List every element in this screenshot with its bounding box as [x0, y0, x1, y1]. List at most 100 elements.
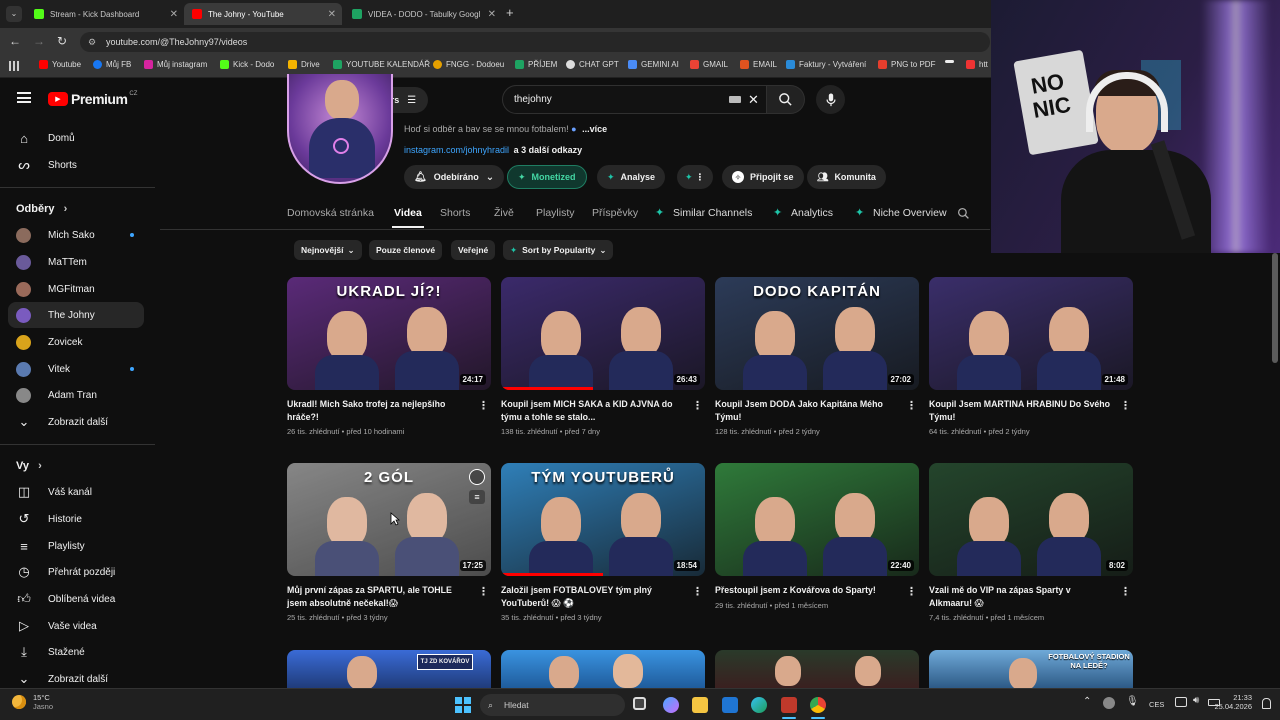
analyse-button[interactable]: ✦ Analyse [597, 165, 666, 189]
taskbar-search[interactable]: ⌕ Hledat [480, 694, 625, 716]
browser-tab-kick[interactable]: Stream - Kick Dashboard ✕ [26, 3, 184, 25]
more-vert-icon[interactable]: ⋮ [1120, 399, 1131, 412]
video-card[interactable]: 21:48 Koupil Jsem MARTINA HRABINU Do Svéh… [929, 277, 1133, 436]
scrollbar-thumb[interactable] [1272, 253, 1278, 363]
you-heading[interactable]: Vy › [16, 460, 42, 472]
more-vert-icon[interactable]: ⋮ [692, 585, 703, 598]
video-title[interactable]: Vzali mě do VIP na zápas Sparty v Alkmaa… [929, 584, 1115, 609]
sidebar-sub-adam-tran[interactable]: Adam Tran [8, 382, 144, 408]
video-thumbnail[interactable]: 22:40 [715, 463, 919, 576]
url-field[interactable]: ⚙ youtube.com/@TheJohny97/videos [80, 32, 990, 52]
more-vert-icon[interactable]: ⋮ [478, 399, 489, 412]
reload-icon[interactable]: ↻ [57, 34, 67, 48]
more-link[interactable]: ...více [582, 124, 607, 134]
edge-icon[interactable] [751, 697, 767, 713]
back-icon[interactable]: ← [9, 34, 21, 48]
notifications-icon[interactable] [1262, 698, 1271, 709]
sidebar-item-your-channel[interactable]: ◫ Váš kanál [8, 479, 144, 505]
members-only-chip[interactable]: Pouze členové [369, 240, 443, 260]
tray-app-icon[interactable] [1103, 697, 1115, 709]
bookmark-yt-calendar[interactable]: YOUTUBE KALENDÁŘ [333, 60, 430, 69]
instagram-link[interactable]: instagram.com/johnyhradil [404, 145, 509, 155]
sidebar-item-your-videos[interactable]: ▷ Vaše videa [8, 613, 144, 639]
close-icon[interactable]: ✕ [170, 9, 178, 20]
browser-tab-youtube[interactable]: The Johny - YouTube ✕ [184, 3, 342, 25]
tab-videos[interactable]: Videa [394, 207, 422, 219]
tray-chevron-icon[interactable]: ⌃ [1083, 696, 1091, 707]
video-title[interactable]: Můj první zápas za SPARTU, ale TOHLE jse… [287, 584, 473, 609]
sidebar-item-shorts[interactable]: ᔕ Shorts [8, 152, 144, 178]
new-tab-icon[interactable]: + [506, 5, 514, 20]
sidebar-sub-vitek[interactable]: Vitek [8, 356, 144, 382]
browser-tab-sheets[interactable]: VIDEA - DODO - Tabulky Googl ✕ [344, 3, 502, 25]
tab-niche-overview[interactable]: Niche Overview [873, 207, 947, 219]
sidebar-item-watch-later[interactable]: ◷ Přehrát později [8, 559, 144, 585]
bookmark-faktury[interactable]: Faktury - Vytváření [786, 60, 866, 69]
sidebar-sub-mgfitman[interactable]: MGFitman [8, 276, 144, 302]
bookmark-kick[interactable]: Kick - Dodo [220, 60, 274, 69]
tab-similar-channels[interactable]: Similar Channels [673, 207, 752, 219]
sort-newest-chip[interactable]: Nejnovější ⌄ [294, 240, 362, 260]
bookmark-gemini[interactable]: GEMINI AI [628, 60, 679, 69]
youtube-logo[interactable]: ▶ Premium CZ [48, 91, 137, 107]
more-vert-icon[interactable]: ⋮ [1120, 585, 1131, 598]
more-vert-icon[interactable]: ⋮ [906, 585, 917, 598]
video-card[interactable]: 26:43 Koupil jsem MICH SAKA a KID AJVNA d… [501, 277, 705, 436]
bookmark-black[interactable] [945, 60, 958, 63]
sidebar-item-playlists[interactable]: ≡ Playlisty [8, 533, 144, 559]
subscribed-button[interactable]: 🔔︎ Odebíráno ⌄ [404, 165, 505, 189]
copilot-icon[interactable] [663, 697, 679, 713]
bookmark-gmail[interactable]: GMAIL [690, 60, 728, 69]
keyboard-icon[interactable] [729, 96, 741, 103]
bookmark-other[interactable]: htt [966, 60, 988, 69]
weather-widget[interactable]: 15°C Jasno [12, 693, 53, 711]
app-icon-active[interactable] [781, 697, 797, 713]
video-title[interactable]: Koupil jsem MICH SAKA a KID AJVNA do tým… [501, 398, 687, 423]
join-button[interactable]: ✧ Připojit se [722, 165, 804, 189]
public-chip[interactable]: Veřejné [451, 240, 496, 260]
bookmark-prijem[interactable]: PŘÍJEM [515, 60, 557, 69]
sidebar-sub-the-johny[interactable]: The Johny [8, 302, 144, 328]
more-vert-icon[interactable]: ⋮ [906, 399, 917, 412]
voice-search-button[interactable] [816, 85, 845, 114]
clock[interactable]: 21:33 25.04.2026 [1212, 693, 1252, 711]
sidebar-sub-zovicek[interactable]: Zovicek [8, 329, 144, 355]
channel-search-icon[interactable] [957, 207, 970, 220]
bookmark-fngg[interactable]: FNGG - Dodoeu [433, 60, 504, 69]
monetized-badge[interactable]: ✦ Monetized [507, 165, 587, 189]
video-title[interactable]: Přestoupil jsem z Kovářova do Sparty! [715, 584, 901, 597]
language-indicator[interactable]: CES [1149, 700, 1164, 709]
community-button[interactable]: 👥︎ Komunita [807, 165, 886, 189]
more-links[interactable]: a 3 další odkazy [514, 145, 583, 155]
bookmark-png-to-pdf[interactable]: PNG to PDF [878, 60, 935, 69]
video-title[interactable]: Koupil Jsem DODA Jako Kapitána Mého Týmu… [715, 398, 901, 423]
video-card[interactable]: UKRADL JÍ?! 24:17 Ukradl! Mich Sako trofej… [287, 277, 491, 436]
sort-by-popularity-chip[interactable]: ✦ Sort by Popularity ⌄ [503, 240, 614, 260]
sidebar-item-home[interactable]: ⌂ Domů [8, 125, 144, 151]
site-info-icon[interactable]: ⚙ [88, 32, 96, 52]
volume-icon[interactable]: 🔊︎ [1193, 695, 1199, 706]
forward-icon[interactable]: → [33, 34, 45, 48]
file-explorer-icon[interactable] [692, 697, 708, 713]
bookmark-youtube[interactable]: Youtube [39, 60, 81, 69]
tab-list-menu-icon[interactable]: ⌄ [6, 6, 22, 22]
video-thumbnail[interactable]: 8:02 [929, 463, 1133, 576]
bookmark-fb[interactable]: Můj FB [93, 60, 131, 69]
sidebar-item-history[interactable]: ↺ Historie [8, 506, 144, 532]
video-thumbnail[interactable]: 26:43 [501, 277, 705, 390]
bookmark-chatgpt[interactable]: CHAT GPT [566, 60, 619, 69]
sidebar-item-downloads[interactable]: ⤓ Stažené [8, 639, 144, 665]
video-card[interactable]: 8:02 Vzali mě do VIP na zápas Sparty v Al… [929, 463, 1133, 622]
close-icon[interactable]: ✕ [488, 9, 496, 20]
video-card[interactable]: DODO KAPITÁN 27:02 Koupil Jsem DODA Jako K… [715, 277, 919, 436]
video-thumbnail[interactable]: FOTBALOVÝ STADION NA LEDĚ? [929, 650, 1133, 688]
tab-live[interactable]: Živě [494, 207, 514, 219]
network-icon[interactable] [1175, 697, 1187, 707]
video-card[interactable]: TÝM YOUTUBERŮ 18:54 Založil jsem FOTBALOVE… [501, 463, 705, 622]
tab-playlists[interactable]: Playlisty [536, 207, 575, 219]
video-thumbnail[interactable]: DODO KAPITÁN 27:02 [715, 277, 919, 390]
video-thumbnail[interactable]: UKRADL JÍ?! 24:17 [287, 277, 491, 390]
chrome-icon[interactable] [810, 697, 826, 713]
bookmark-instagram[interactable]: Můj instagram [144, 60, 207, 69]
sidebar-show-more-subs[interactable]: ⌄ Zobrazit další [8, 409, 144, 435]
